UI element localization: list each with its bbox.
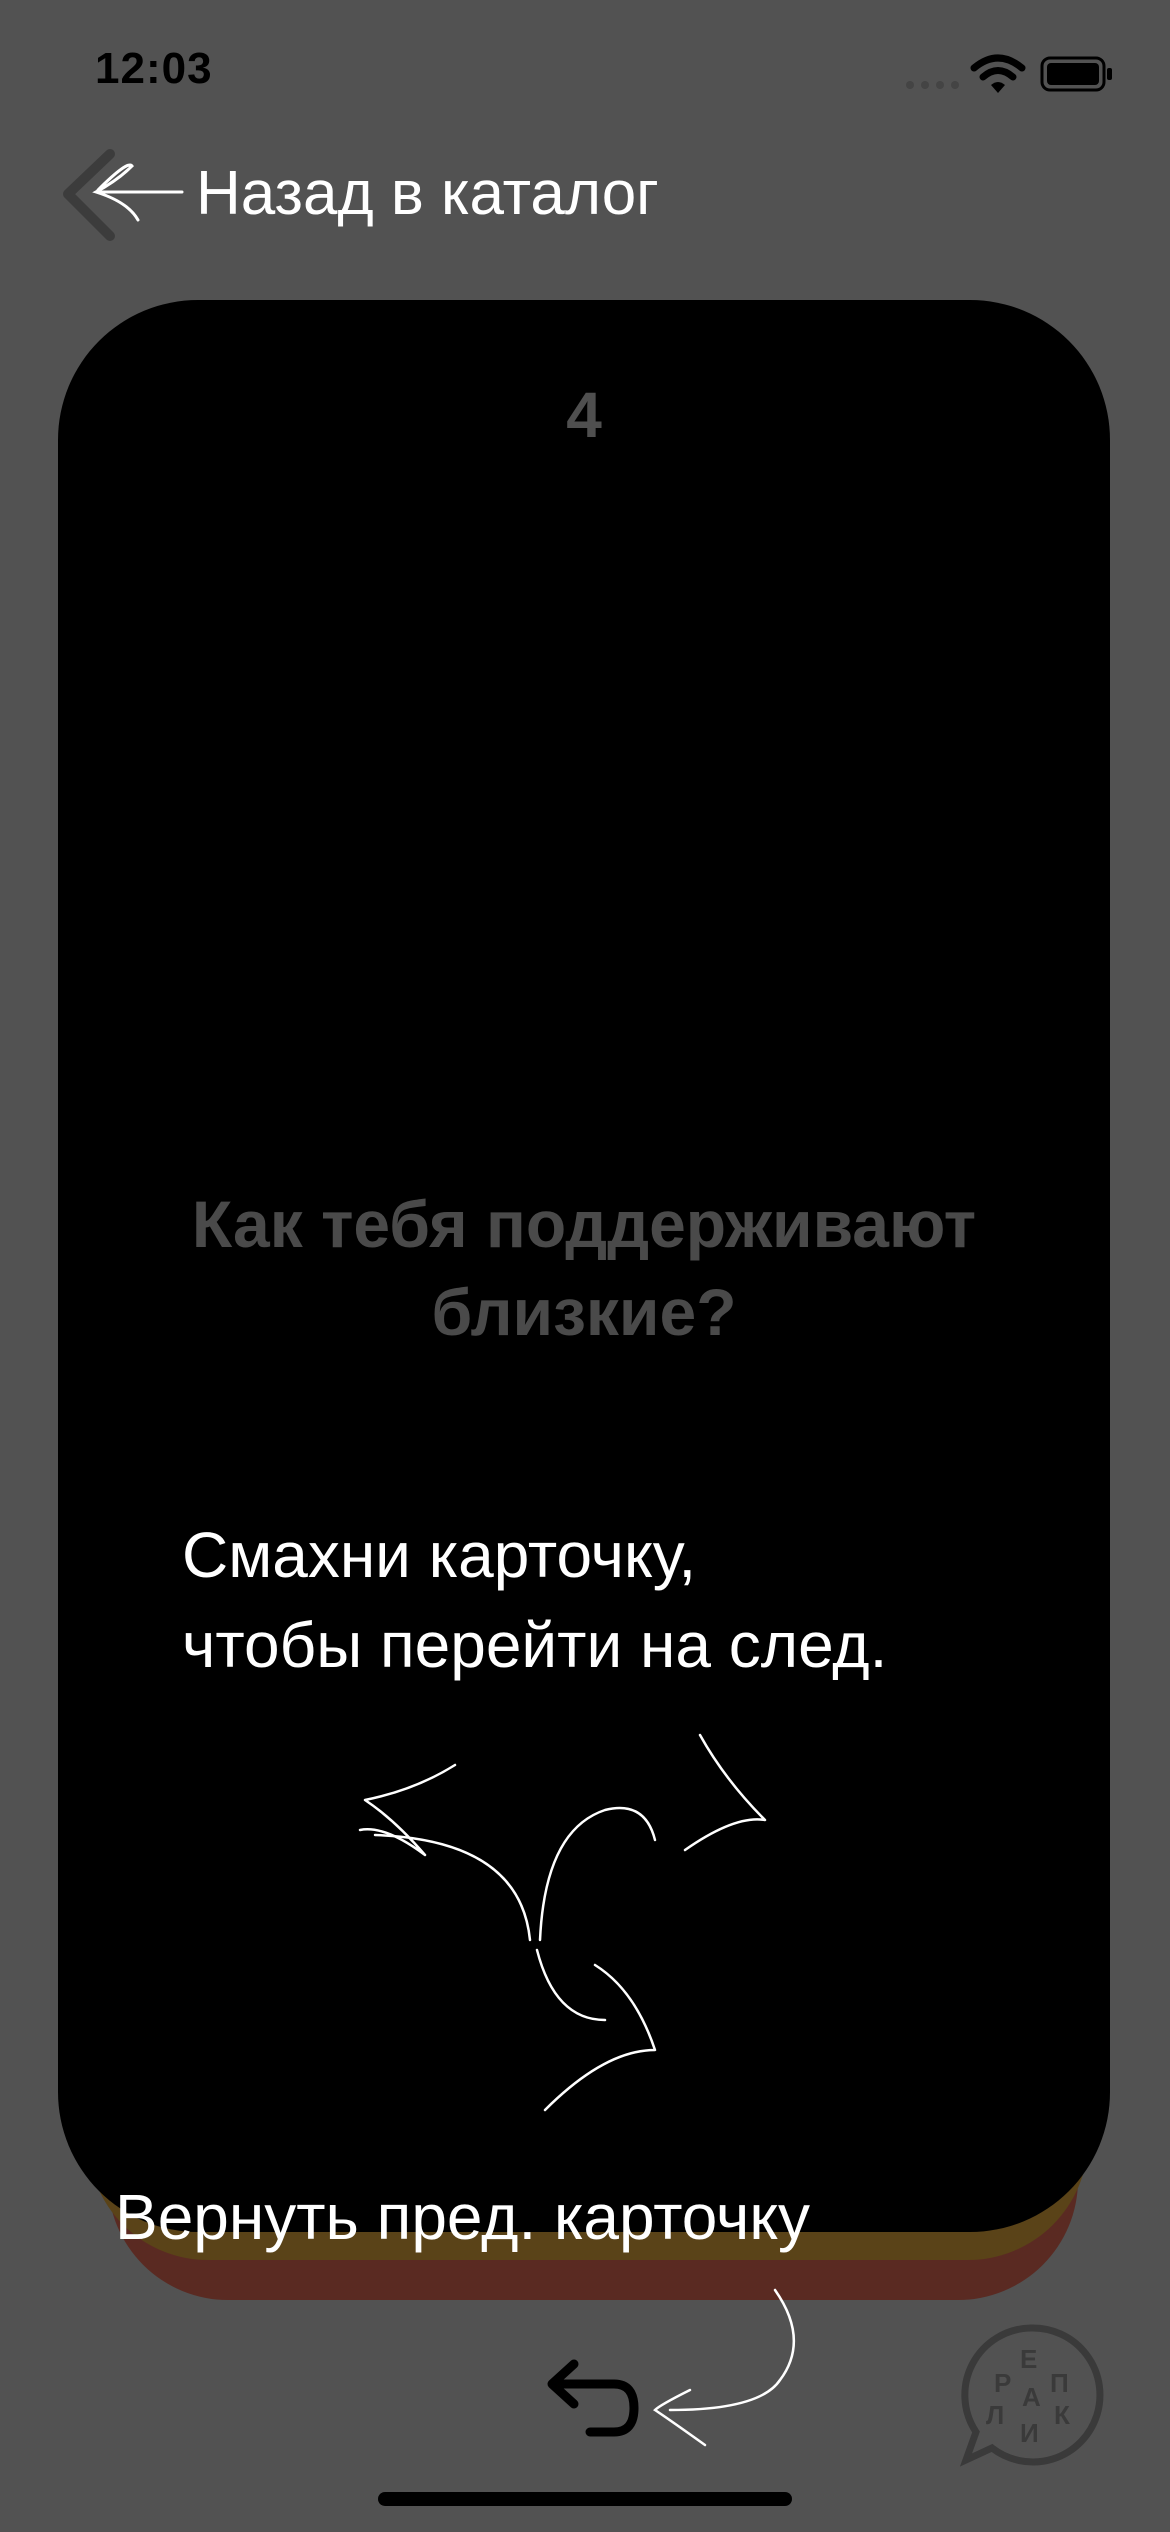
status-bar: 12:03: [0, 0, 1170, 150]
back-to-catalog-button[interactable]: Назад в каталог: [58, 140, 758, 250]
cellular-signal-icon: [906, 81, 959, 89]
swipe-hint: Смахни карточку, чтобы перейти на след.: [182, 1510, 887, 1690]
back-label: Назад в каталог: [196, 159, 659, 228]
wifi-icon: [970, 54, 1026, 93]
svg-text:Е: Е: [1020, 2344, 1037, 2374]
curved-pointer-icon: [653, 2288, 796, 2447]
svg-text:А: А: [1022, 2382, 1041, 2412]
home-indicator[interactable]: [378, 2492, 792, 2506]
swipe-hint-line-1: Смахни карточку,: [182, 1519, 697, 1591]
replik-logo: Е Р П А Л К И: [959, 2324, 1104, 2467]
status-time: 12:03: [95, 44, 213, 93]
battery-icon: [1040, 56, 1112, 92]
svg-text:И: И: [1020, 2418, 1039, 2448]
undo-button[interactable]: [530, 2340, 640, 2450]
svg-text:К: К: [1054, 2400, 1070, 2430]
back-arrow-icon: [63, 149, 184, 241]
svg-text:П: П: [1050, 2368, 1069, 2398]
card-question: Как тебя поддерживают близкие?: [191, 1187, 977, 1349]
card-number: 4: [566, 379, 602, 451]
swipe-hint-line-2: чтобы перейти на след.: [182, 1609, 888, 1681]
svg-text:Р: Р: [994, 2368, 1011, 2398]
undo-icon: [547, 2359, 639, 2437]
svg-text:Л: Л: [986, 2400, 1004, 2430]
swipe-arrows-icon: [358, 1733, 767, 2112]
undo-hint: Вернуть пред. карточку: [115, 2181, 811, 2253]
